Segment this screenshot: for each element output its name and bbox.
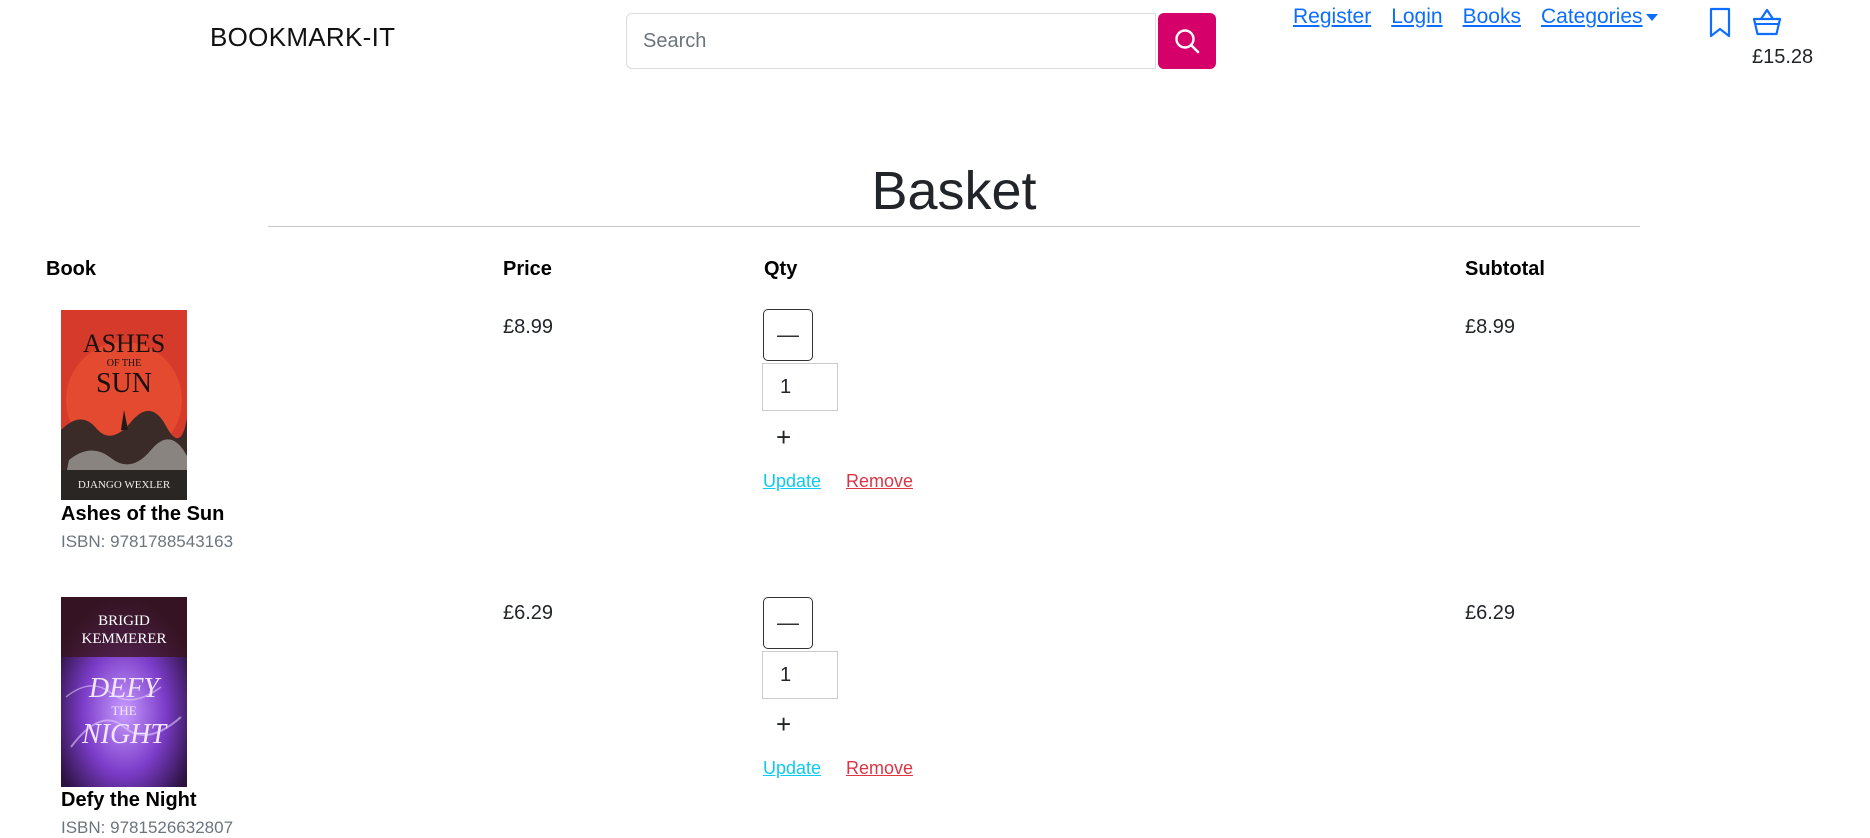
qty-decrease-button[interactable]: —: [763, 309, 813, 361]
column-header-subtotal: Subtotal: [1465, 258, 1545, 280]
main-nav: Register Login Books Categories: [1293, 5, 1658, 29]
qty-increase-button[interactable]: +: [776, 422, 791, 453]
nav-login-link[interactable]: Login: [1391, 5, 1442, 29]
cover-text: DEFY: [88, 673, 162, 704]
update-link[interactable]: Update: [763, 471, 821, 492]
book-title[interactable]: Defy the Night: [61, 789, 197, 812]
nav-books-link[interactable]: Books: [1463, 5, 1521, 29]
cover-text: THE: [111, 703, 136, 718]
item-price: £6.29: [503, 602, 554, 624]
book-isbn: ISBN: 9781788543163: [61, 532, 234, 551]
cover-text: DJANGO WEXLER: [78, 479, 171, 491]
brand-logo[interactable]: BOOKMARK-IT: [210, 22, 395, 53]
column-header-price: Price: [503, 258, 552, 280]
cover-text: BRIGID: [98, 613, 150, 629]
remove-link[interactable]: Remove: [846, 471, 913, 492]
search-icon: [1175, 29, 1200, 54]
cover-text: KEMMERER: [81, 631, 166, 647]
nav-categories-dropdown[interactable]: Categories: [1541, 5, 1658, 29]
cover-text: SUN: [96, 368, 152, 399]
basket-icon[interactable]: [1752, 7, 1782, 42]
title-divider: [268, 226, 1640, 227]
qty-input[interactable]: [762, 651, 838, 699]
update-link[interactable]: Update: [763, 758, 821, 779]
search-input[interactable]: [626, 13, 1156, 69]
item-price: £8.99: [503, 316, 554, 338]
item-subtotal: £8.99: [1465, 316, 1516, 338]
caret-down-icon: [1645, 13, 1658, 21]
book-cover-image[interactable]: BRIGID KEMMERER DEFY THE NIGHT: [61, 597, 187, 787]
search-button[interactable]: [1158, 13, 1216, 69]
book-isbn: ISBN: 9781526632807: [61, 818, 234, 837]
remove-link[interactable]: Remove: [846, 758, 913, 779]
nav-categories-label: Categories: [1540, 5, 1643, 28]
column-header-book: Book: [46, 258, 96, 280]
qty-increase-button[interactable]: +: [776, 709, 791, 740]
cover-text: ASHES: [83, 329, 165, 358]
basket-total: £15.28: [1752, 46, 1814, 68]
bookmark-icon[interactable]: [1707, 7, 1733, 44]
column-header-qty: Qty: [764, 258, 798, 280]
item-subtotal: £6.29: [1465, 602, 1516, 624]
nav-register-link[interactable]: Register: [1293, 5, 1371, 29]
qty-decrease-button[interactable]: —: [763, 597, 813, 649]
cover-text: NIGHT: [81, 719, 168, 750]
qty-input[interactable]: [762, 363, 838, 411]
book-title[interactable]: Ashes of the Sun: [61, 503, 224, 526]
search-form: [626, 13, 1216, 69]
book-cover-image[interactable]: ASHES OF THE SUN DJANGO WEXLER: [61, 310, 187, 500]
page-title: Basket: [871, 161, 1037, 221]
